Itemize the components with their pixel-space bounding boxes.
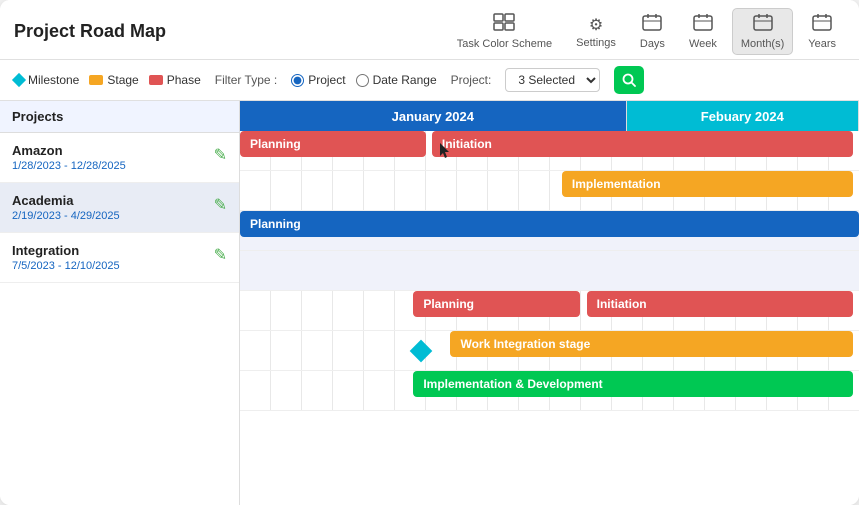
milestone-diamond-icon [12, 73, 26, 87]
search-icon [622, 73, 636, 87]
integration-work-stage-bar: Work Integration stage [450, 331, 852, 357]
legend-stage: Stage [89, 73, 138, 87]
academia-name: Academia [12, 193, 120, 208]
gantt-grid: Planning Initiation Implementation [240, 131, 859, 411]
filter-daterange-radio[interactable]: Date Range [356, 73, 437, 87]
toolbar: Task Color Scheme ⚙ Settings Days Week [448, 8, 845, 55]
project-filter-label: Project: [451, 73, 492, 87]
project-row-amazon[interactable]: Amazon 1/28/2023 - 12/28/2025 ✎ [0, 133, 239, 183]
amazon-implementation-bar: Implementation [562, 171, 853, 197]
project-row-academia[interactable]: Academia 2/19/2023 - 4/29/2025 ✎ [0, 183, 239, 233]
integration-edit-icon[interactable]: ✎ [214, 245, 227, 265]
projects-header: Projects [0, 101, 239, 133]
amazon-bar-row2: Implementation [240, 171, 859, 211]
top-bar: Project Road Map Task Color Scheme ⚙ Set… [0, 0, 859, 60]
filter-project-radio[interactable]: Project [291, 73, 345, 87]
amazon-edit-icon[interactable]: ✎ [214, 145, 227, 165]
toolbar-week[interactable]: Week [680, 8, 726, 55]
amazon-info: Amazon 1/28/2023 - 12/28/2025 [12, 143, 126, 172]
amazon-name: Amazon [12, 143, 126, 158]
integration-planning-bar: Planning [413, 291, 580, 317]
integration-bar-row2: Work Integration stage [240, 331, 859, 371]
app-container: Project Road Map Task Color Scheme ⚙ Set… [0, 0, 859, 505]
integration-initiation-bar: Initiation [587, 291, 853, 317]
integration-dates: 7/5/2023 - 12/10/2025 [12, 260, 120, 272]
integration-bar-row3: Implementation & Development [240, 371, 859, 411]
toolbar-days-label: Days [640, 38, 665, 50]
toolbar-settings[interactable]: ⚙ Settings [567, 10, 625, 54]
gantt-month-jan: January 2024 [240, 101, 627, 131]
academia-info: Academia 2/19/2023 - 4/29/2025 [12, 193, 120, 222]
academia-bar-row1: Planning [240, 211, 859, 251]
toolbar-days[interactable]: Days [631, 8, 674, 55]
search-button[interactable] [614, 66, 644, 94]
main-content: Projects Amazon 1/28/2023 - 12/28/2025 ✎… [0, 101, 859, 505]
project-select[interactable]: 3 Selected [505, 68, 600, 92]
phase-rect-icon [149, 75, 163, 85]
toolbar-months-label: Month(s) [741, 38, 784, 50]
toolbar-years-label: Years [808, 38, 836, 50]
integration-name: Integration [12, 243, 120, 258]
gantt-month-feb: Febuary 2024 [627, 101, 859, 131]
legend-stage-label: Stage [107, 73, 138, 87]
academia-bar-row2 [240, 251, 859, 291]
toolbar-week-label: Week [689, 38, 717, 50]
filter-type-label: Filter Type : [215, 73, 277, 87]
integration-bar-row1: Planning Initiation [240, 291, 859, 331]
settings-icon: ⚙ [589, 15, 603, 35]
legend-phase-label: Phase [167, 73, 201, 87]
filter-bar: Milestone Stage Phase Filter Type : Proj… [0, 60, 859, 101]
projects-panel: Projects Amazon 1/28/2023 - 12/28/2025 ✎… [0, 101, 240, 505]
filter-radio-group: Project Date Range [291, 73, 436, 87]
amazon-dates: 1/28/2023 - 12/28/2025 [12, 160, 126, 172]
academia-planning-bar: Planning [240, 211, 859, 237]
integration-info: Integration 7/5/2023 - 12/10/2025 [12, 243, 120, 272]
gantt-area: January 2024 Febuary 2024 [240, 101, 859, 505]
amazon-initiation-bar: Initiation [432, 131, 853, 157]
months-icon [753, 13, 773, 36]
integration-milestone-diamond [410, 339, 433, 362]
legend-milestone-label: Milestone [28, 73, 79, 87]
toolbar-settings-label: Settings [576, 37, 616, 49]
toolbar-task-color-scheme-label: Task Color Scheme [457, 38, 552, 50]
days-icon [642, 13, 662, 36]
years-icon [812, 13, 832, 36]
app-title: Project Road Map [14, 21, 166, 42]
week-icon [693, 13, 713, 36]
filter-project-label: Project [308, 73, 345, 87]
toolbar-months[interactable]: Month(s) [732, 8, 793, 55]
amazon-bar-row1: Planning Initiation [240, 131, 859, 171]
toolbar-task-color-scheme[interactable]: Task Color Scheme [448, 8, 561, 55]
amazon-planning-bar: Planning [240, 131, 426, 157]
stage-rect-icon [89, 75, 103, 85]
project-row-integration[interactable]: Integration 7/5/2023 - 12/10/2025 ✎ [0, 233, 239, 283]
legend-milestone: Milestone [14, 73, 79, 87]
integration-impl-dev-bar: Implementation & Development [413, 371, 852, 397]
academia-edit-icon[interactable]: ✎ [214, 195, 227, 215]
filter-daterange-label: Date Range [373, 73, 437, 87]
legend: Milestone Stage Phase [14, 73, 201, 87]
legend-phase: Phase [149, 73, 201, 87]
toolbar-years[interactable]: Years [799, 8, 845, 55]
academia-dates: 2/19/2023 - 4/29/2025 [12, 210, 120, 222]
task-color-scheme-icon [493, 13, 515, 36]
gantt-months: January 2024 Febuary 2024 [240, 101, 859, 131]
